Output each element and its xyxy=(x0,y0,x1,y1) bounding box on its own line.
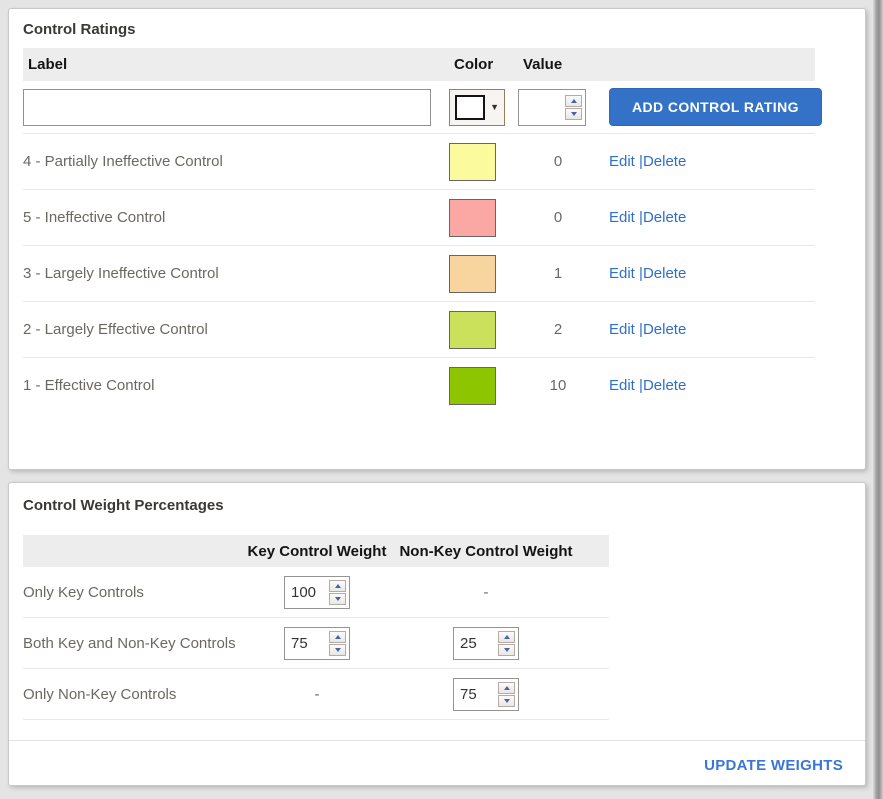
edit-link[interactable]: Edit xyxy=(609,377,635,394)
add-control-rating-form: ▼ ADD CONTROL RATING xyxy=(23,81,815,134)
spinner-down-icon[interactable] xyxy=(329,644,346,656)
control-ratings-panel: Control Ratings Label Color Value ▼ xyxy=(8,8,866,470)
rating-value-input[interactable] xyxy=(519,99,565,116)
delete-link[interactable]: Delete xyxy=(643,265,686,282)
rating-value: 0 xyxy=(518,209,598,226)
update-weights-button[interactable]: UPDATE WEIGHTS xyxy=(704,757,843,774)
spinner-up-icon[interactable] xyxy=(498,631,515,643)
control-weights-header-row: Key Control Weight Non-Key Control Weigh… xyxy=(23,535,609,567)
column-header-key-weight: Key Control Weight xyxy=(237,543,397,560)
rating-value: 10 xyxy=(518,377,598,394)
key-weight-input[interactable] xyxy=(285,635,329,652)
weight-row-label: Only Key Controls xyxy=(23,584,237,601)
spinner-down-icon[interactable] xyxy=(498,695,515,707)
spinner-up-icon[interactable] xyxy=(329,631,346,643)
color-swatch xyxy=(449,367,496,405)
key-weight-numbox xyxy=(284,576,350,609)
rating-label-input[interactable] xyxy=(23,89,431,126)
delete-link[interactable]: Delete xyxy=(643,153,686,170)
rating-value: 0 xyxy=(518,153,598,170)
spinner-down-icon[interactable] xyxy=(329,593,346,605)
rating-label: 5 - Ineffective Control xyxy=(23,209,449,226)
control-ratings-header-row: Label Color Value xyxy=(23,48,815,81)
add-control-rating-button[interactable]: ADD CONTROL RATING xyxy=(609,88,822,126)
spinner-up-icon[interactable] xyxy=(498,682,515,694)
rating-label: 2 - Largely Effective Control xyxy=(23,321,449,338)
spinner-down-icon[interactable] xyxy=(498,644,515,656)
control-rating-row: 3 - Largely Ineffective Control 1 Edit |… xyxy=(23,246,815,302)
delete-link[interactable]: Delete xyxy=(643,377,686,394)
rating-value-numbox xyxy=(518,89,586,126)
weight-row: Only Non-Key Controls - xyxy=(23,669,609,720)
edit-link[interactable]: Edit xyxy=(609,153,635,170)
weight-row: Only Key Controls - xyxy=(23,567,609,618)
key-weight-input[interactable] xyxy=(285,584,329,601)
color-picker-dropdown[interactable]: ▼ xyxy=(449,89,505,126)
edit-link[interactable]: Edit xyxy=(609,209,635,226)
key-weight-dash: - xyxy=(237,686,397,703)
rating-label: 1 - Effective Control xyxy=(23,377,449,394)
column-header-nonkey-weight: Non-Key Control Weight xyxy=(397,543,575,560)
control-rating-row: 1 - Effective Control 10 Edit |Delete xyxy=(23,358,815,413)
nonkey-weight-input[interactable] xyxy=(454,635,498,652)
weight-row-label: Only Non-Key Controls xyxy=(23,686,237,703)
rating-value: 1 xyxy=(518,265,598,282)
edit-link[interactable]: Edit xyxy=(609,265,635,282)
nonkey-weight-dash: - xyxy=(397,584,575,601)
key-weight-numbox xyxy=(284,627,350,660)
color-swatch xyxy=(449,143,496,181)
spinner-down-icon[interactable] xyxy=(565,108,582,120)
panel-title-control-ratings: Control Ratings xyxy=(23,21,851,39)
column-header-value: Value xyxy=(518,56,598,73)
nonkey-weight-input[interactable] xyxy=(454,686,498,703)
control-rating-row: 2 - Largely Effective Control 2 Edit |De… xyxy=(23,302,815,358)
value-spinner xyxy=(498,682,515,707)
rating-label: 3 - Largely Ineffective Control xyxy=(23,265,449,282)
control-rating-row: 5 - Ineffective Control 0 Edit |Delete xyxy=(23,190,815,246)
right-edge-scrollbar[interactable] xyxy=(873,0,883,799)
control-rating-row: 4 - Partially Ineffective Control 0 Edit… xyxy=(23,134,815,190)
value-spinner xyxy=(565,95,582,120)
value-spinner xyxy=(498,631,515,656)
selected-color-swatch xyxy=(455,95,485,120)
panel-title-control-weights: Control Weight Percentages xyxy=(23,497,851,515)
color-swatch xyxy=(449,199,496,237)
rating-value: 2 xyxy=(518,321,598,338)
value-spinner xyxy=(329,580,346,605)
nonkey-weight-numbox xyxy=(453,627,519,660)
spinner-up-icon[interactable] xyxy=(329,580,346,592)
nonkey-weight-numbox xyxy=(453,678,519,711)
weights-footer: UPDATE WEIGHTS xyxy=(9,740,865,789)
delete-link[interactable]: Delete xyxy=(643,209,686,226)
delete-link[interactable]: Delete xyxy=(643,321,686,338)
edit-link[interactable]: Edit xyxy=(609,321,635,338)
color-swatch xyxy=(449,311,496,349)
column-header-color: Color xyxy=(449,56,518,73)
value-spinner xyxy=(329,631,346,656)
rating-label: 4 - Partially Ineffective Control xyxy=(23,153,449,170)
spinner-up-icon[interactable] xyxy=(565,95,582,107)
dropdown-arrow-icon: ▼ xyxy=(490,103,499,112)
control-weights-panel: Control Weight Percentages Key Control W… xyxy=(8,482,866,786)
weight-row: Both Key and Non-Key Controls xyxy=(23,618,609,669)
weight-row-label: Both Key and Non-Key Controls xyxy=(23,635,237,652)
column-header-label: Label xyxy=(23,56,449,73)
color-swatch xyxy=(449,255,496,293)
